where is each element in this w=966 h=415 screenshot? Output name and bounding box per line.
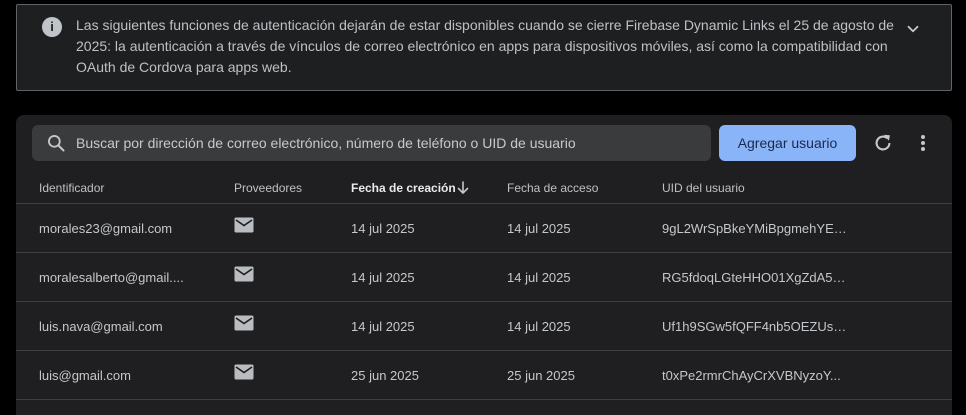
email-icon <box>234 217 254 233</box>
email-icon <box>234 315 254 331</box>
table-row[interactable]: moralesalberto@gmail.... 14 jul 2025 14 … <box>16 253 952 302</box>
table-row[interactable]: morales23@gmail.com 14 jul 2025 14 jul 2… <box>16 204 952 253</box>
users-card: Agregar usuario Identificador Proveedore… <box>16 115 952 415</box>
add-user-button[interactable]: Agregar usuario <box>719 125 856 161</box>
deprecation-banner: i Las siguientes funciones de autenticac… <box>16 4 952 91</box>
column-created[interactable]: Fecha de creación <box>351 181 456 195</box>
user-uid: RG5fdoqLGteHHO01XgZdA5M... <box>662 270 850 285</box>
user-identifier: morales23@gmail.com <box>39 221 173 236</box>
info-icon: i <box>42 17 62 37</box>
created-date: 14 jul 2025 <box>351 221 415 236</box>
user-identifier: moralesalberto@gmail.... <box>39 270 184 285</box>
column-providers: Proveedores <box>234 181 303 195</box>
table-row[interactable]: luis@gmail.com 25 jun 2025 25 jun 2025 t… <box>16 351 952 400</box>
last-sign-in-date: 25 jun 2025 <box>507 368 575 383</box>
column-uid: UID del usuario <box>662 181 745 195</box>
column-last-sign-in[interactable]: Fecha de acceso <box>507 181 598 195</box>
chevron-down-icon[interactable] <box>904 20 922 38</box>
user-identifier: luis.nava@gmail.com <box>39 319 163 334</box>
user-uid: t0xPe2rmrChAyCrXVBNyzoY... <box>662 368 841 383</box>
search-icon <box>48 135 65 152</box>
user-uid: 9gL2WrSpBkeYMiBpgmehYE8... <box>662 221 850 236</box>
created-date: 25 jun 2025 <box>351 368 419 383</box>
last-sign-in-date: 14 jul 2025 <box>507 319 571 334</box>
table-row[interactable]: luis.nava@gmail.com 14 jul 2025 14 jul 2… <box>16 302 952 351</box>
email-icon <box>234 364 254 380</box>
created-date: 14 jul 2025 <box>351 319 415 334</box>
table-header: Identificador Proveedores Fecha de creac… <box>16 172 952 204</box>
last-sign-in-date: 14 jul 2025 <box>507 221 571 236</box>
banner-text: Las siguientes funciones de autenticació… <box>76 17 894 75</box>
search-bar <box>32 125 711 161</box>
more-vert-icon[interactable] <box>914 132 932 154</box>
search-input[interactable] <box>76 125 696 161</box>
user-uid: Uf1h9SGw5fQFF4nb5OEZUsa... <box>662 319 850 334</box>
user-identifier: luis@gmail.com <box>39 368 131 383</box>
column-identifier[interactable]: Identificador <box>39 181 104 195</box>
arrow-down-icon[interactable] <box>456 181 470 195</box>
created-date: 14 jul 2025 <box>351 270 415 285</box>
email-icon <box>234 266 254 282</box>
last-sign-in-date: 14 jul 2025 <box>507 270 571 285</box>
refresh-icon[interactable] <box>872 132 894 154</box>
